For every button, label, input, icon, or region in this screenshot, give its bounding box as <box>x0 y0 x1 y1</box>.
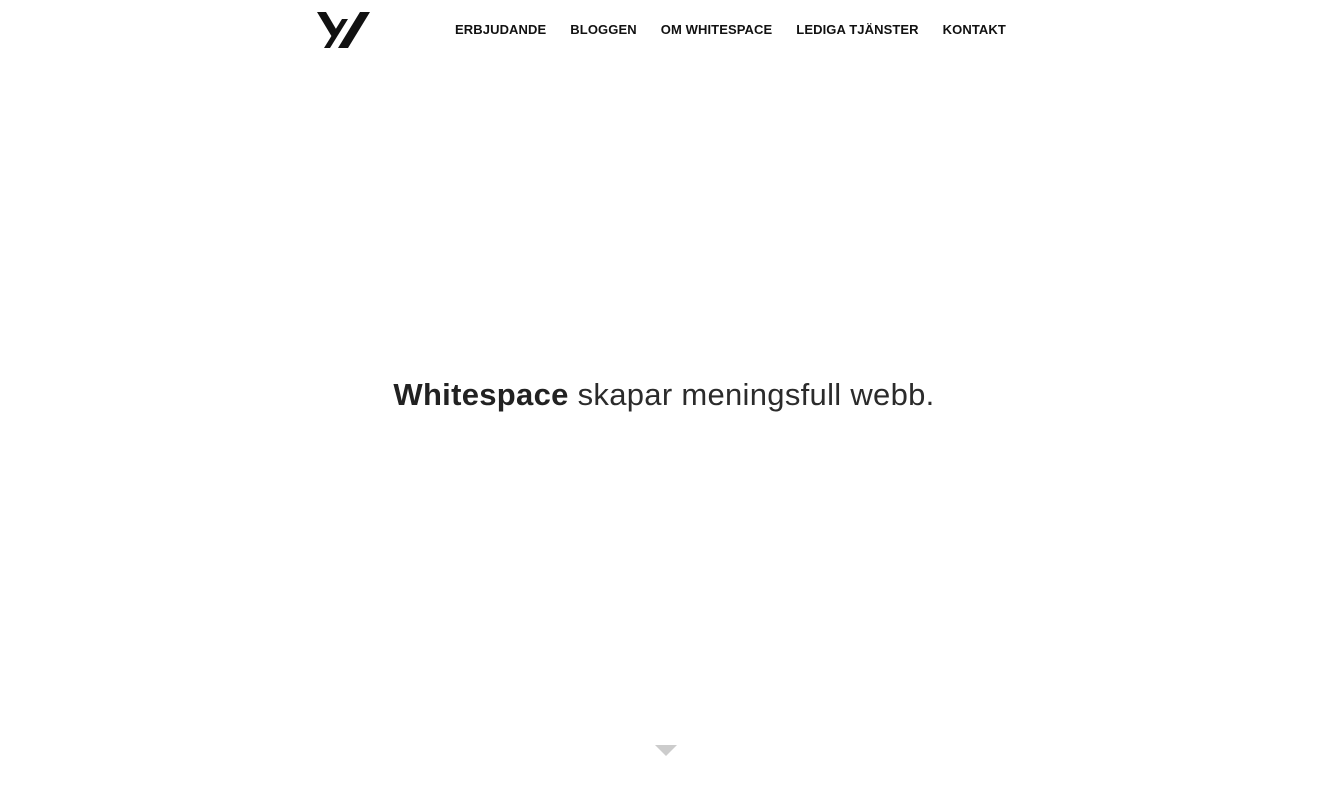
page: ERBJUDANDE BLOGGEN OM WHITESPACE LEDIGA … <box>0 0 1328 795</box>
hero-heading: Whitespace skapar meningsfull webb. <box>0 374 1328 416</box>
nav-item-om-whitespace[interactable]: OM WHITESPACE <box>661 22 773 38</box>
chevron-down-icon[interactable] <box>655 744 677 756</box>
hero-tagline: skapar meningsfull webb. <box>577 377 935 412</box>
whitespace-logo-icon[interactable] <box>316 11 372 49</box>
nav-item-bloggen[interactable]: BLOGGEN <box>570 22 636 38</box>
nav-item-erbjudande[interactable]: ERBJUDANDE <box>455 22 546 38</box>
main-nav: ERBJUDANDE BLOGGEN OM WHITESPACE LEDIGA … <box>455 22 1006 38</box>
nav-item-kontakt[interactable]: KONTAKT <box>943 22 1006 38</box>
hero-brand: Whitespace <box>393 377 569 412</box>
nav-item-lediga-tjanster[interactable]: LEDIGA TJÄNSTER <box>796 22 918 38</box>
